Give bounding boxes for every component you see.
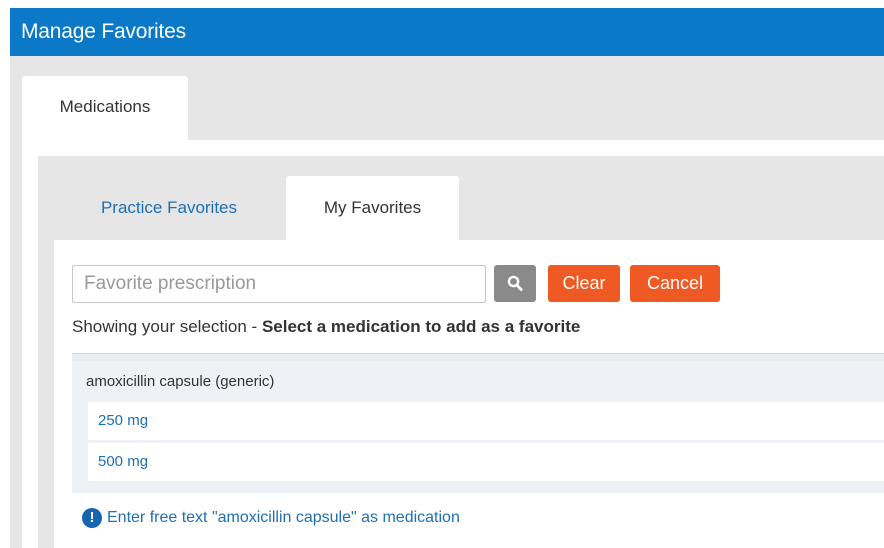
selection-hint: Showing your selection - Select a medica… (72, 316, 580, 338)
selection-hint-emphasis: Select a medication to add as a favorite (261, 317, 581, 336)
results-divider (72, 353, 884, 361)
search-button[interactable] (494, 265, 536, 302)
clear-button[interactable]: Clear (548, 265, 620, 302)
free-text-label: Enter free text "amoxicillin capsule" as… (107, 509, 460, 526)
info-icon: ! (82, 508, 102, 528)
selection-hint-prefix: Showing your selection - (72, 317, 262, 336)
free-text-medication-link[interactable]: ! Enter free text "amoxicillin capsule" … (82, 506, 460, 530)
medication-group-header: amoxicillin capsule (generic) (86, 373, 275, 390)
list-item[interactable]: 500 mg (88, 443, 884, 481)
tab-medications[interactable]: Medications (22, 76, 188, 142)
tab-my-favorites[interactable]: My Favorites (286, 176, 459, 242)
manage-favorites-dialog: Manage Favorites Medications Practice Fa… (0, 0, 884, 548)
cancel-button[interactable]: Cancel (630, 265, 720, 302)
tab-practice-favorites[interactable]: Practice Favorites (66, 176, 272, 240)
favorite-prescription-input[interactable] (72, 265, 486, 303)
search-icon (507, 275, 523, 292)
list-item[interactable]: 250 mg (88, 402, 884, 440)
dialog-title: Manage Favorites (10, 8, 884, 56)
